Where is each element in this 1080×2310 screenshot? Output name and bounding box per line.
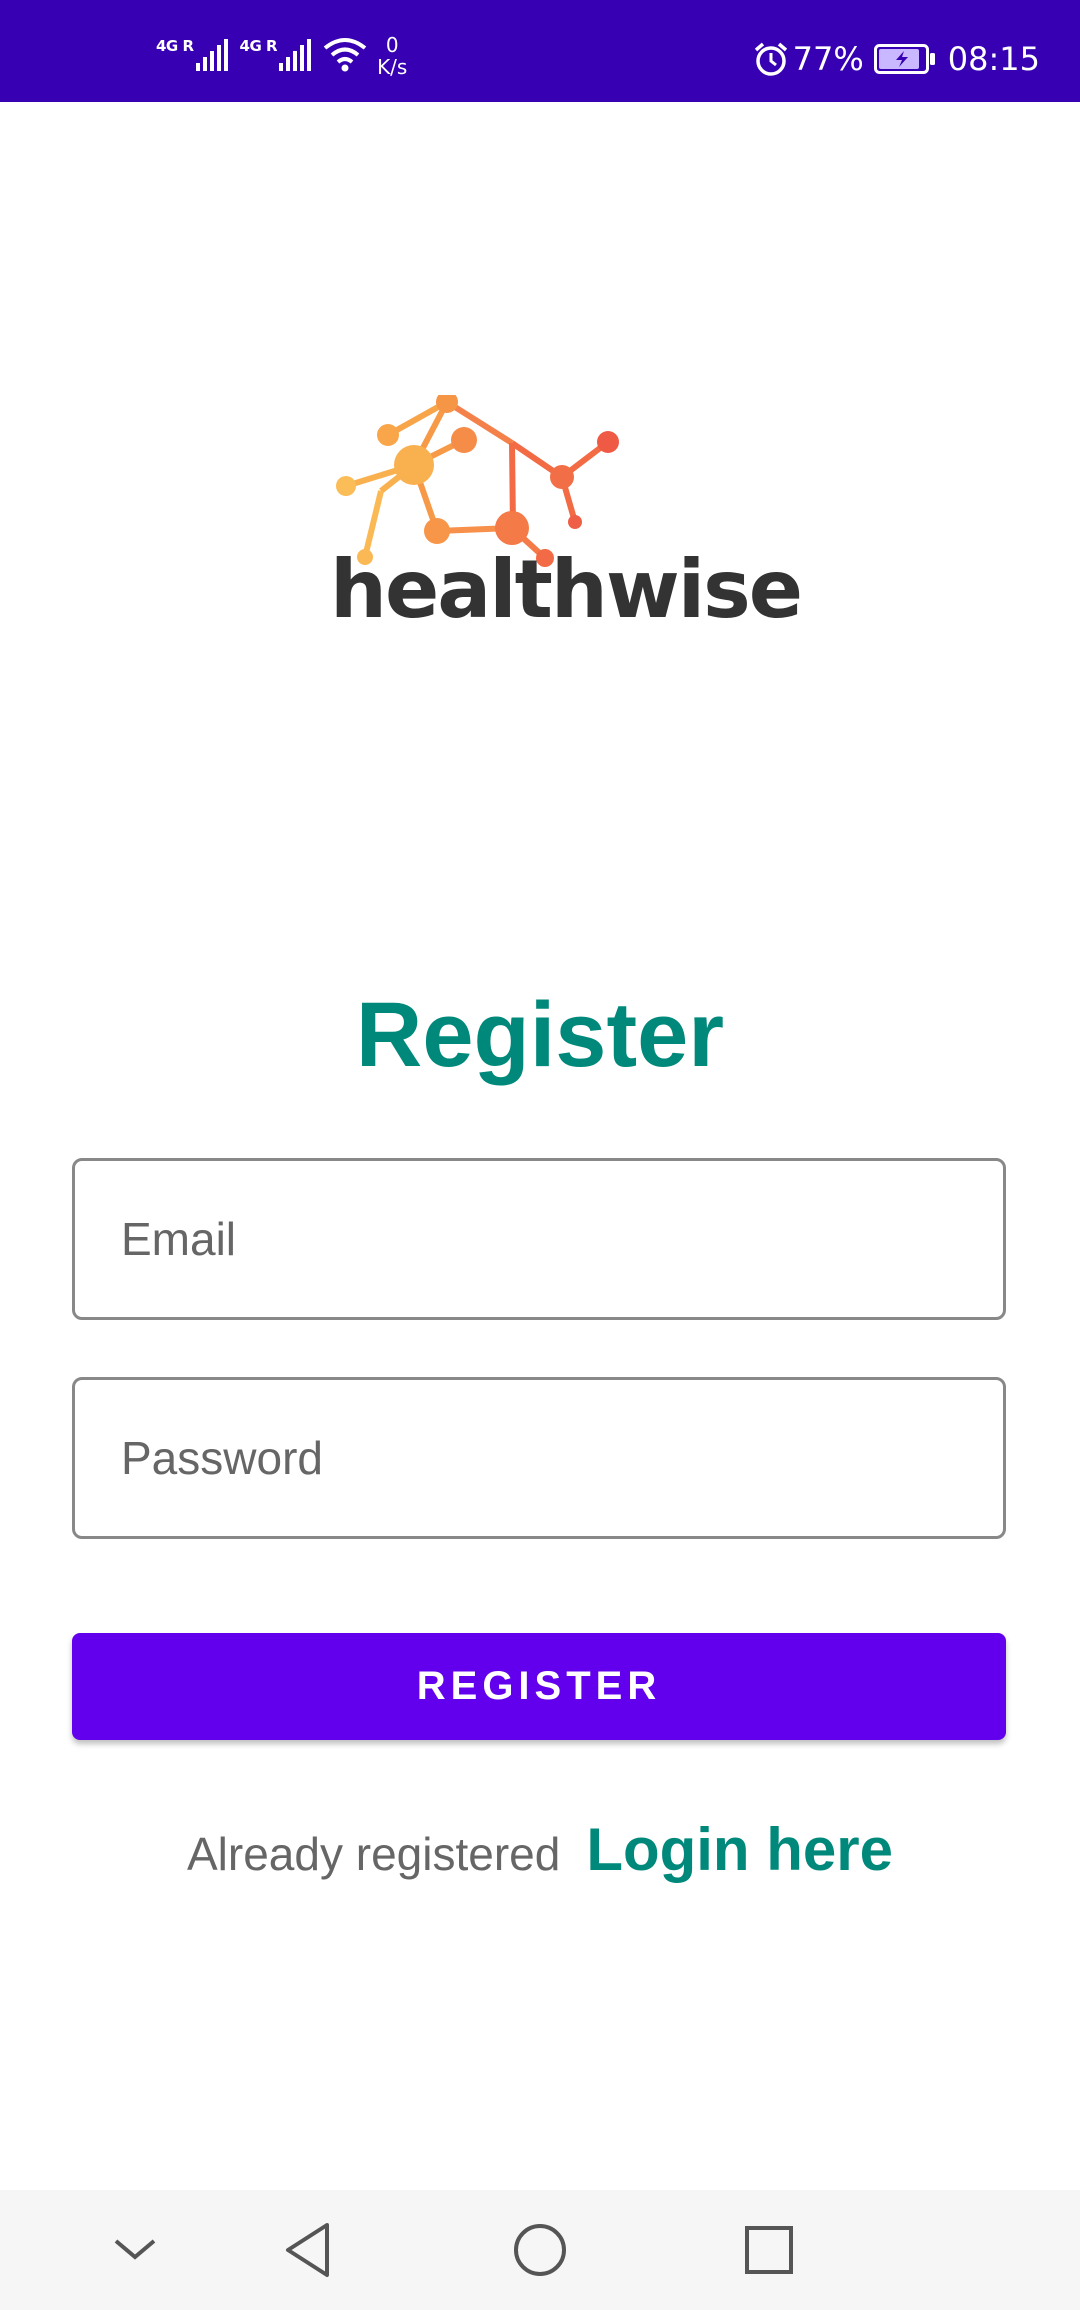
signal-1-label: 4G R (156, 37, 194, 55)
email-field-container (72, 1158, 1006, 1320)
back-icon (286, 2223, 329, 2277)
email-input[interactable] (75, 1161, 1003, 1317)
recents-icon (745, 2226, 793, 2274)
status-bar: 4G R 4G R 0 K/s 77% 08:15 (0, 0, 1080, 102)
wifi-icon (323, 38, 367, 72)
cellular-signal-1: 4G R (156, 37, 228, 71)
home-icon (514, 2224, 566, 2276)
signal-2-label: 4G R (239, 37, 278, 55)
network-speed: 0 K/s (377, 34, 407, 78)
home-button[interactable] (500, 2210, 580, 2290)
logo-wordmark: healthwise (330, 543, 803, 636)
register-button[interactable]: REGISTER (72, 1633, 1006, 1740)
alarm-clock-icon (754, 42, 787, 76)
chevron-down-icon (114, 2239, 156, 2260)
password-input[interactable] (75, 1380, 1003, 1536)
battery-percent: 77% (792, 40, 864, 78)
net-speed-unit: K/s (377, 55, 408, 79)
chevron-down-button[interactable] (95, 2210, 175, 2290)
login-prompt: Already registered Login here (0, 1815, 1080, 1884)
battery-charging-icon (873, 44, 935, 74)
recents-button[interactable] (729, 2210, 809, 2290)
page-title: Register (355, 984, 725, 1086)
login-here-link[interactable]: Login here (586, 1815, 893, 1884)
status-time: 08:15 (947, 40, 1040, 78)
register-screen: 4G R 4G R 0 K/s 77% 08:15 healthwise Reg… (0, 0, 1080, 2310)
cellular-signal-2: 4G R (240, 37, 312, 71)
healthwise-logo: healthwise (330, 391, 803, 645)
password-field-container (72, 1377, 1006, 1539)
already-registered-text: Already registered (187, 1828, 561, 1880)
status-bar-left: 4G R 4G R 0 K/s (156, 30, 407, 78)
signal-bars-icon (279, 39, 312, 71)
navigation-bar (0, 2190, 1080, 2310)
net-speed-value: 0 (385, 33, 399, 57)
signal-bars-icon (195, 39, 228, 71)
status-bar-right: 77% 08:15 (753, 40, 1040, 78)
back-button[interactable] (268, 2210, 348, 2290)
